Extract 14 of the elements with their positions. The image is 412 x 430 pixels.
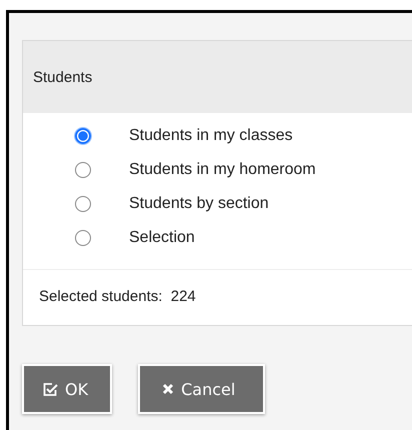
- radio-button[interactable]: [75, 128, 91, 144]
- radio-button[interactable]: [75, 230, 91, 246]
- radio-button[interactable]: [75, 162, 91, 178]
- panel-title: Students: [33, 68, 92, 86]
- cancel-button[interactable]: Cancel: [138, 364, 266, 414]
- checkbox-icon: [42, 382, 58, 396]
- selected-count: Selected students: 224: [38, 287, 197, 307]
- radio-option[interactable]: Students by section: [23, 187, 412, 221]
- ok-button[interactable]: OK: [22, 364, 112, 414]
- radio-option[interactable]: Students in my homeroom: [23, 153, 412, 187]
- radio-button[interactable]: [75, 196, 91, 212]
- radio-option[interactable]: Students in my classes: [23, 119, 412, 153]
- radio-option[interactable]: Selection: [23, 221, 412, 255]
- close-icon: [162, 383, 174, 395]
